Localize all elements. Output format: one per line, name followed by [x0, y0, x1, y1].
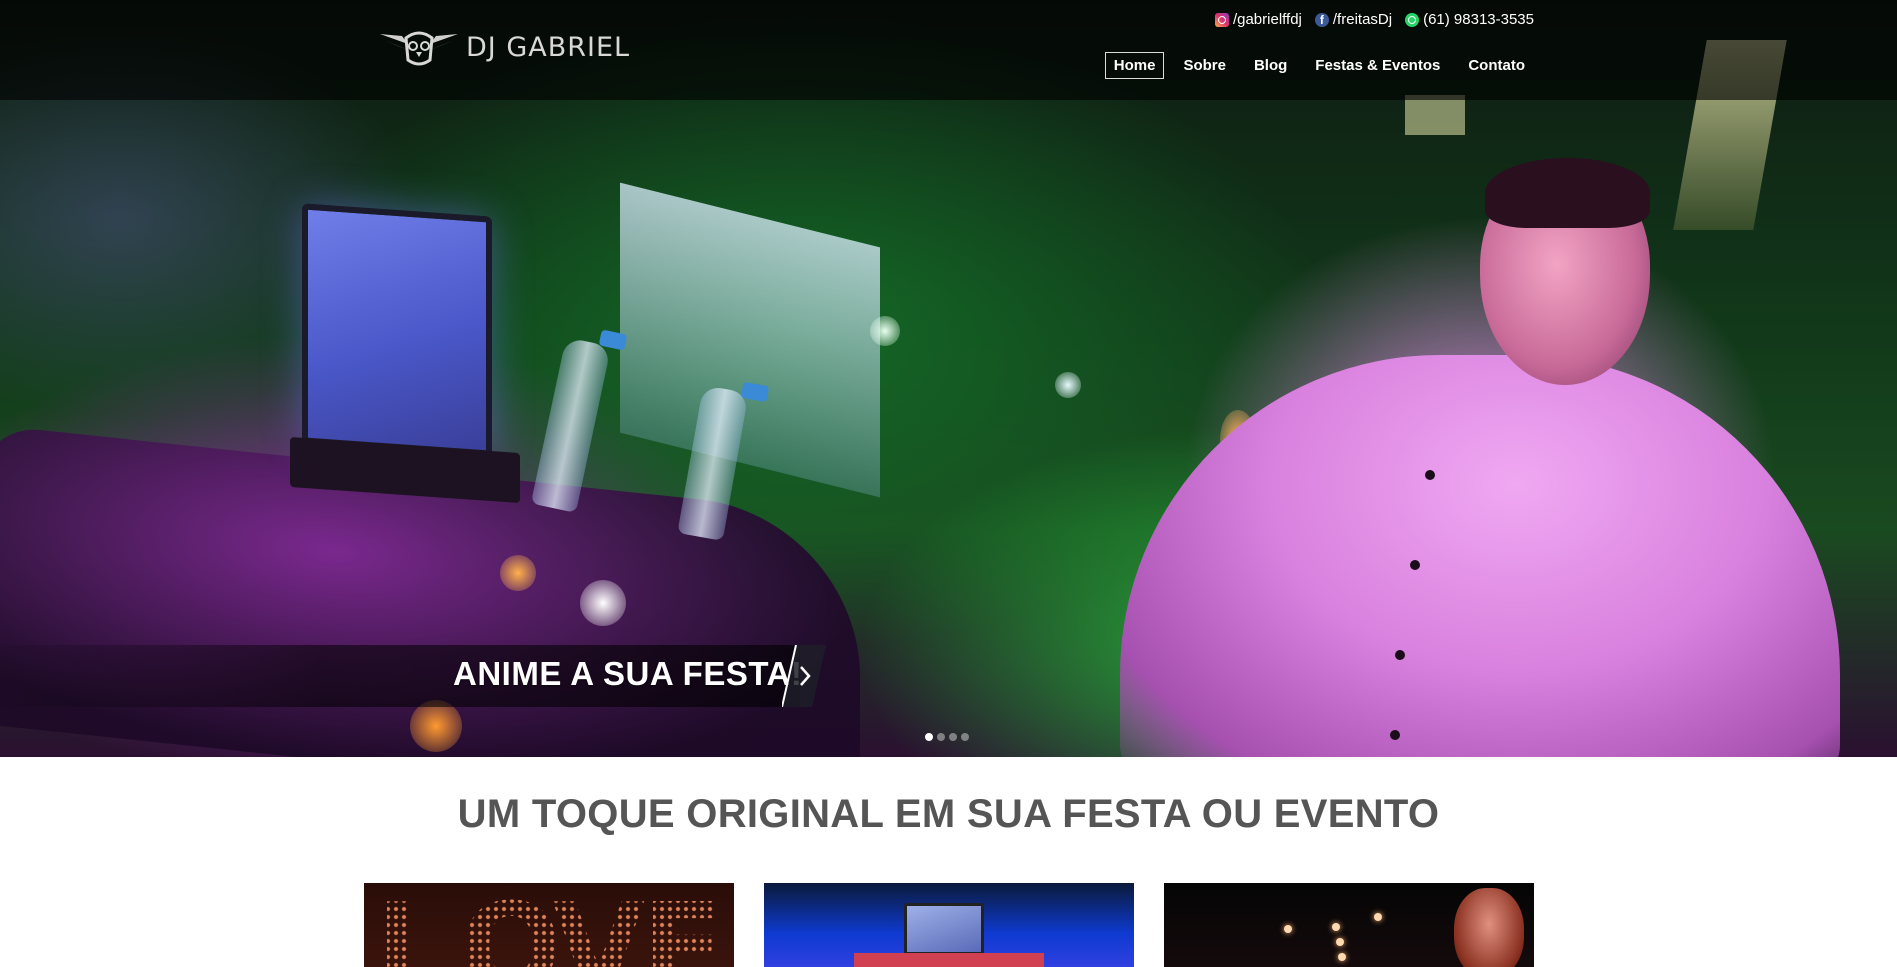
- party-light: [1374, 913, 1382, 921]
- slide-dot-4[interactable]: [961, 733, 969, 741]
- nav-item-blog[interactable]: Blog: [1245, 52, 1296, 79]
- love-letter: E: [642, 889, 724, 967]
- slide-dot-2[interactable]: [937, 733, 945, 741]
- light-glow: [580, 580, 626, 626]
- feature-card-party[interactable]: [1164, 883, 1534, 967]
- facebook-icon: f: [1314, 12, 1329, 27]
- slide-caption: ANIME A SUA FESTA!: [453, 655, 803, 692]
- light-glow: [500, 555, 536, 591]
- slide-dot-1[interactable]: [925, 733, 933, 741]
- slide-dot-3[interactable]: [949, 733, 957, 741]
- laptop-image: [904, 903, 984, 955]
- shirt-button: [1410, 560, 1420, 570]
- instagram-handle: /gabrielffdj: [1232, 11, 1302, 28]
- party-light: [1336, 938, 1344, 946]
- facebook-handle: /freitasDj: [1332, 11, 1393, 28]
- owl-logo-icon: [378, 26, 460, 68]
- feature-card-dj-booth[interactable]: [764, 883, 1134, 967]
- love-letter: L: [376, 889, 452, 967]
- love-letter: V: [552, 889, 645, 967]
- dj-person-hair: [1485, 158, 1650, 228]
- nav-item-home[interactable]: Home: [1104, 52, 1165, 79]
- party-light: [1284, 925, 1292, 933]
- water-bottle: [530, 337, 612, 513]
- nav-item-sobre[interactable]: Sobre: [1174, 52, 1235, 79]
- section-title: UM TOQUE ORIGINAL EM SUA FESTA OU EVENTO: [457, 792, 1440, 836]
- nav-item-contato[interactable]: Contato: [1459, 52, 1534, 79]
- laptop-screen: [302, 203, 492, 457]
- whatsapp-link[interactable]: (61) 98313-3535: [1405, 11, 1534, 28]
- site-header: DJ GABRIEL /gabrielffdj f /freitasDj (61…: [0, 0, 1897, 100]
- light-glow: [1055, 372, 1081, 398]
- nav-item-festas-eventos[interactable]: Festas & Eventos: [1306, 52, 1449, 79]
- logo-text: DJ GABRIEL: [466, 31, 631, 63]
- next-slide-button[interactable]: [782, 645, 826, 707]
- shirt-button: [1425, 470, 1435, 480]
- shirt-button: [1390, 730, 1400, 740]
- love-letter: O: [460, 889, 562, 967]
- main-nav: Home Sobre Blog Festas & Eventos Contato: [1104, 52, 1534, 79]
- instagram-icon: [1214, 12, 1229, 27]
- party-light: [1338, 953, 1346, 961]
- light-glow: [410, 700, 462, 752]
- feature-card-love[interactable]: L O V E: [364, 883, 734, 967]
- whatsapp-number: (61) 98313-3535: [1423, 11, 1534, 28]
- person-image: [1454, 888, 1524, 967]
- social-links: /gabrielffdj f /freitasDj (61) 98313-353…: [1214, 11, 1534, 28]
- whatsapp-icon: [1405, 12, 1420, 27]
- instagram-link[interactable]: /gabrielffdj: [1214, 11, 1302, 28]
- dj-table-image: [854, 953, 1044, 967]
- background-window: [620, 182, 880, 498]
- facebook-link[interactable]: f /freitasDj: [1314, 11, 1393, 28]
- background-window: [1405, 95, 1465, 135]
- party-light: [1332, 923, 1340, 931]
- slider-pagination: [925, 733, 969, 741]
- hero-slider: [0, 0, 1897, 757]
- shirt-button: [1395, 650, 1405, 660]
- site-logo[interactable]: DJ GABRIEL: [378, 26, 630, 68]
- light-glow: [870, 316, 900, 346]
